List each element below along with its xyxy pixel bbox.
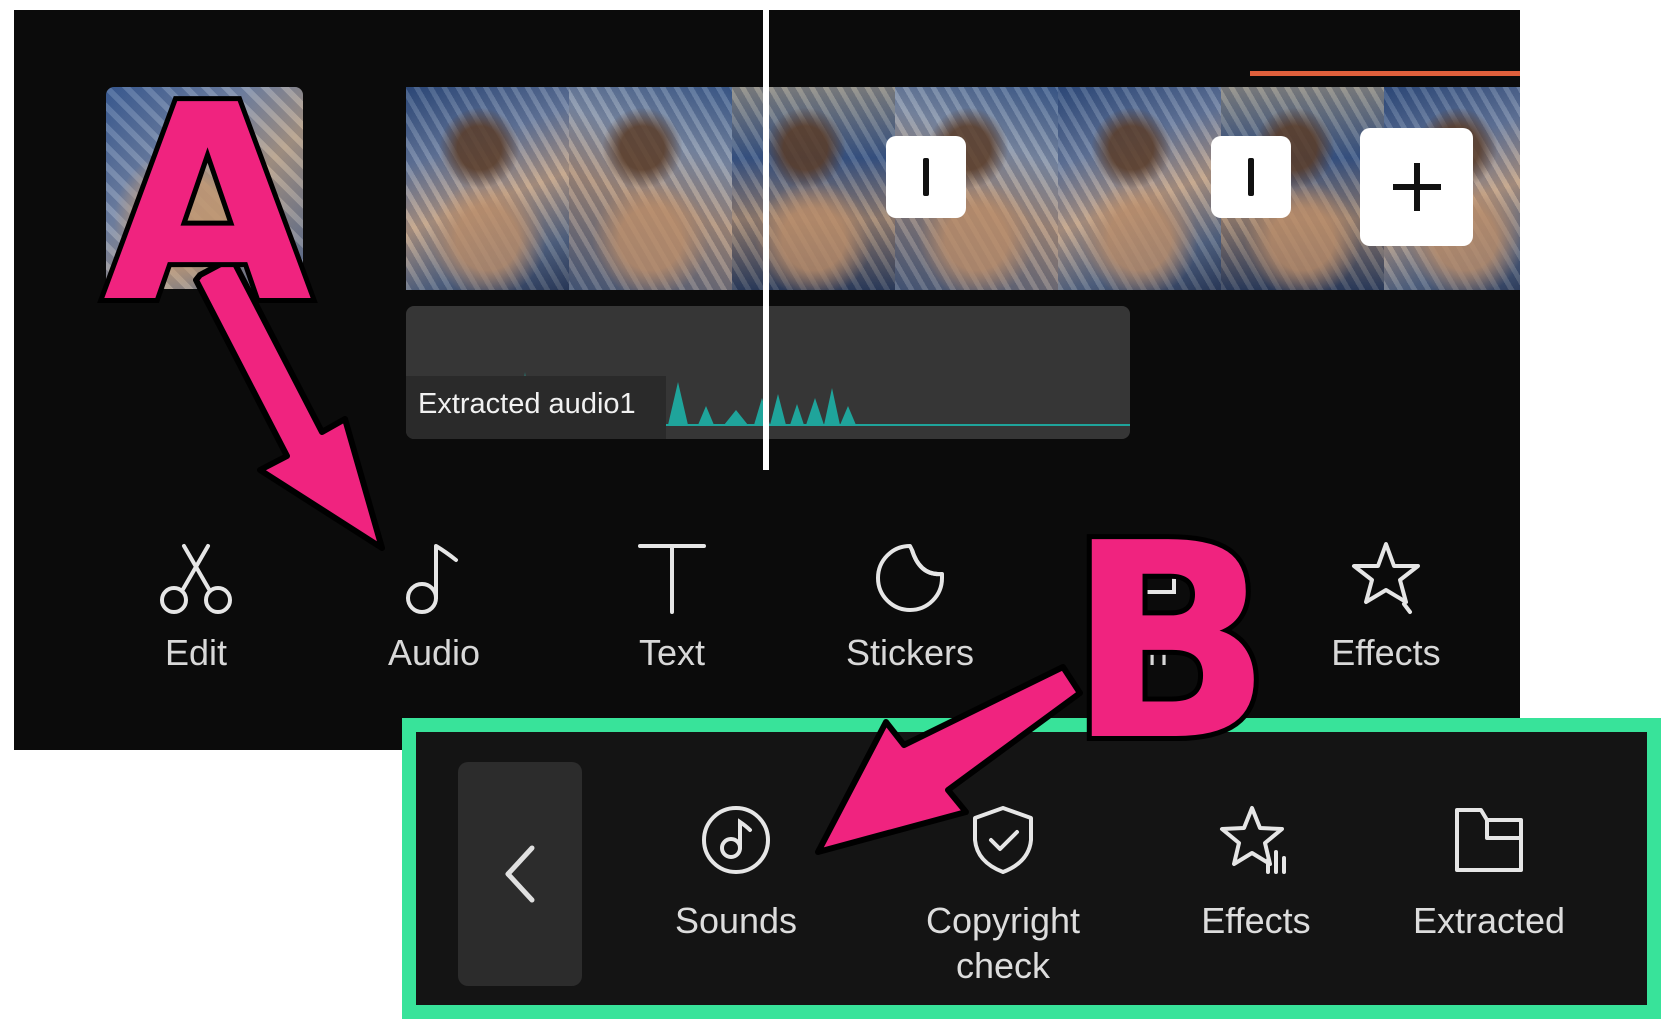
timeline-progress-line	[1250, 71, 1520, 76]
chevron-left-icon	[505, 845, 535, 903]
video-frame	[569, 87, 732, 290]
transition-button[interactable]	[1211, 136, 1291, 218]
playhead[interactable]	[763, 10, 769, 470]
sounds-disc-icon	[702, 806, 770, 874]
toolbar-effects-button[interactable]: Effects	[1286, 538, 1486, 674]
submenu-label: Copyright check	[925, 900, 1081, 986]
submenu-label: Sounds	[674, 900, 798, 941]
toolbar-label: Edit	[164, 632, 228, 673]
copyright-check-button[interactable]: Copyright check	[898, 802, 1108, 988]
audio-effects-button[interactable]: Effects	[1171, 802, 1341, 943]
star-sparkle-icon	[1352, 542, 1420, 614]
scissors-icon	[160, 544, 232, 614]
toolbar-label: Text	[638, 632, 706, 673]
transition-button[interactable]	[886, 136, 966, 218]
video-frame	[406, 87, 569, 290]
sticker-icon	[876, 544, 944, 612]
transition-icon	[1248, 158, 1254, 196]
submenu-label: Extracted	[1412, 900, 1566, 941]
extracted-button[interactable]: Extracted	[1394, 802, 1584, 943]
annotation-letter-b: B	[1062, 485, 1278, 800]
toolbar-label: Audio	[387, 632, 481, 673]
video-frame	[1058, 87, 1221, 290]
music-note-icon	[406, 544, 458, 614]
star-equalizer-icon	[1220, 806, 1286, 874]
toolbar-audio-button[interactable]: Audio	[334, 538, 534, 674]
back-button[interactable]	[458, 762, 582, 986]
transition-icon	[923, 158, 929, 196]
shield-check-icon	[973, 806, 1033, 874]
video-frame	[732, 87, 895, 290]
toolbar-label: Effects	[1331, 632, 1441, 673]
toolbar-stickers-button[interactable]: Stickers	[810, 538, 1010, 674]
annotation-letter-a: A	[98, 47, 317, 362]
audio-submenu-panel: Sounds Copyright check Effects Extracted	[402, 718, 1661, 1019]
submenu-label: Effects	[1201, 900, 1311, 941]
sounds-button[interactable]: Sounds	[656, 802, 816, 943]
plus-icon	[1392, 163, 1441, 211]
audio-clip-label: Extracted audio1	[418, 388, 636, 420]
toolbar-edit-button[interactable]: Edit	[96, 538, 296, 674]
add-clip-button[interactable]	[1360, 128, 1473, 246]
toolbar-text-button[interactable]: Text	[572, 538, 772, 674]
folder-icon	[1455, 808, 1523, 872]
toolbar-label: Stickers	[845, 632, 975, 673]
text-icon	[638, 544, 706, 614]
